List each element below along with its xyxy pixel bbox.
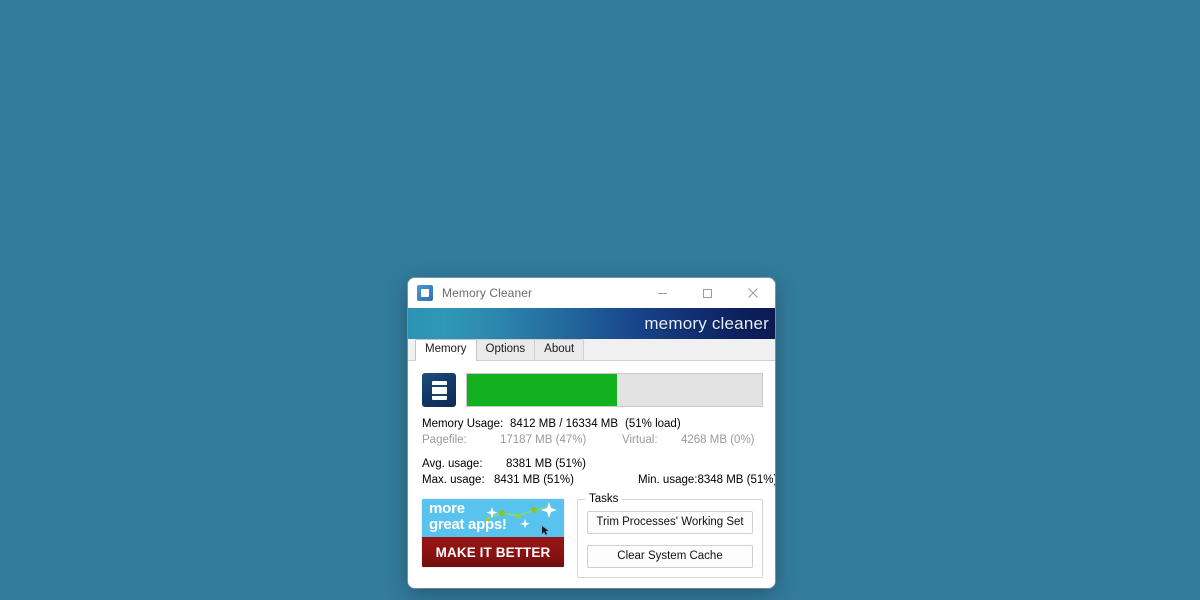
memory-usage-progress-fill xyxy=(467,374,618,406)
pagefile-value: 17187 MB (47%) xyxy=(500,434,587,446)
promo-banner[interactable]: more great apps! MAKE IT BETTER xyxy=(422,499,564,567)
promo-banner-cta[interactable]: MAKE IT BETTER xyxy=(422,537,564,567)
memory-usage-load: (51% load) xyxy=(625,418,681,430)
memory-usage-value: 8412 MB / 16334 MB xyxy=(510,418,619,430)
memory-usage-label: Memory Usage: xyxy=(422,418,504,430)
promo-line2: great apps! xyxy=(429,516,507,533)
app-icon xyxy=(417,285,433,301)
avg-usage-label: Avg. usage: xyxy=(422,458,483,470)
tab-memory[interactable]: Memory xyxy=(415,339,477,361)
minimize-button[interactable] xyxy=(640,278,685,308)
application-window: Memory Cleaner memory cleaner Memory Opt… xyxy=(408,278,775,588)
memory-usage-progressbar xyxy=(466,373,763,407)
bottom-row: more great apps! MAKE IT BETTER Tasks Tr… xyxy=(422,493,763,578)
memory-gauge-row xyxy=(422,373,763,407)
ram-module-icon xyxy=(422,373,456,407)
clear-system-cache-button[interactable]: Clear System Cache xyxy=(587,545,753,568)
promo-line1: more xyxy=(429,500,465,517)
memory-usage-line: Memory Usage: 8412 MB / 16334 MB (51% lo… xyxy=(422,416,763,432)
window-title: Memory Cleaner xyxy=(442,286,533,300)
minimize-icon xyxy=(658,292,667,294)
trim-working-set-button[interactable]: Trim Processes' Working Set xyxy=(587,511,753,534)
brand-title: memory cleaner xyxy=(644,313,769,333)
brand-banner: memory cleaner xyxy=(408,308,775,339)
maximize-button[interactable] xyxy=(685,278,730,308)
max-min-usage-line: Max. usage: 8431 MB (51%) Min. usage: 83… xyxy=(422,472,775,488)
tasks-legend: Tasks xyxy=(585,493,623,506)
title-bar: Memory Cleaner xyxy=(408,278,775,308)
tab-about[interactable]: About xyxy=(534,339,585,360)
tab-strip: Memory Options About xyxy=(408,339,775,361)
memory-statistics: Memory Usage: 8412 MB / 16334 MB (51% lo… xyxy=(422,416,775,488)
close-button[interactable] xyxy=(730,278,775,308)
virtual-value: 4268 MB (0%) xyxy=(681,434,755,446)
pagefile-virtual-line: Pagefile: 17187 MB (47%) Virtual: 4268 M… xyxy=(422,432,763,448)
pagefile-label: Pagefile: xyxy=(422,434,467,446)
min-usage-label: Min. usage: xyxy=(638,474,698,486)
close-icon xyxy=(747,288,758,298)
tasks-group: Tasks Trim Processes' Working Set Clear … xyxy=(577,493,763,578)
tab-options[interactable]: Options xyxy=(475,339,536,360)
min-usage-value: 8348 MB (51%) xyxy=(697,474,775,486)
max-usage-value: 8431 MB (51%) xyxy=(494,474,574,486)
promo-cta-label: MAKE IT BETTER xyxy=(435,544,551,560)
maximize-icon xyxy=(703,288,712,298)
max-usage-label: Max. usage: xyxy=(422,474,485,486)
window-controls xyxy=(640,278,775,308)
virtual-label: Virtual: xyxy=(622,434,658,446)
avg-usage-line: Avg. usage: 8381 MB (51%) xyxy=(422,456,763,472)
avg-usage-value: 8381 MB (51%) xyxy=(506,458,586,470)
promo-banner-top: more great apps! xyxy=(422,499,564,537)
memory-tab-panel: Memory Usage: 8412 MB / 16334 MB (51% lo… xyxy=(408,361,775,588)
